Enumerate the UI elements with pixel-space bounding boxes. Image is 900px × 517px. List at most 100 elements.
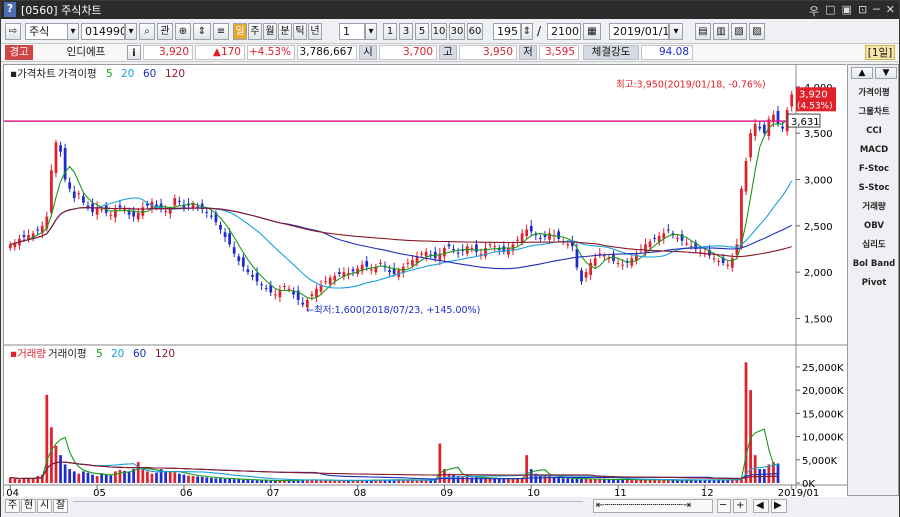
volume-ytick-label: 10,000K — [802, 433, 844, 444]
candle-body — [666, 229, 670, 231]
indicator-item-6[interactable]: 거래량 — [852, 203, 896, 212]
help-icon[interactable]: ? — [4, 2, 16, 17]
volume-bar — [255, 480, 259, 483]
favorite-icon[interactable]: ⊕ — [175, 23, 191, 40]
count-spin-icon[interactable]: ⇕ — [521, 23, 533, 40]
period-day[interactable]: 일 — [233, 23, 247, 40]
candle-body — [749, 133, 752, 158]
indicator-item-1[interactable]: 그물차트 — [852, 108, 896, 117]
chart-area[interactable]: 4,0003,5003,0002,5002,0001,50025,000K20,… — [3, 64, 847, 499]
window-control-grid[interactable]: ▣ — [842, 3, 852, 19]
market-dropdown-icon[interactable]: ▾ — [67, 23, 79, 40]
window-control-link[interactable]: ⊡ — [858, 3, 867, 19]
quick-interval-30[interactable]: 30 — [449, 23, 465, 40]
interval-input[interactable]: 1 — [339, 23, 365, 40]
volume-bar — [580, 478, 583, 483]
candle-body — [447, 244, 451, 247]
code-dropdown-icon[interactable]: ▾ — [125, 23, 137, 40]
close-button[interactable]: ✕ — [886, 3, 895, 19]
date-dropdown-icon[interactable]: ▾ — [669, 23, 683, 40]
date-input[interactable]: 2019/01/18 — [609, 23, 669, 40]
volume-bar — [246, 479, 250, 483]
bottom-tab-1[interactable]: 주 — [5, 499, 21, 513]
volume-bar — [27, 478, 30, 483]
panel-up-icon[interactable]: ▲ — [851, 67, 873, 79]
period-tick[interactable]: 틱 — [293, 23, 307, 40]
chart-tool-icon-4[interactable]: ▨ — [749, 23, 765, 40]
candle-body — [100, 209, 104, 211]
change-rate: +4.53% — [247, 45, 295, 60]
candle-body — [50, 170, 53, 213]
indicator-item-9[interactable]: Bol Band — [852, 260, 896, 269]
interval-dropdown-icon[interactable]: ▾ — [365, 23, 377, 40]
candle-body — [781, 126, 784, 129]
indicator-item-2[interactable]: CCI — [852, 127, 896, 136]
bottom-tab-3[interactable]: 시 — [37, 499, 53, 513]
total-input[interactable]: 2100 — [547, 23, 581, 40]
indicator-item-0[interactable]: 가격이평 — [852, 89, 896, 98]
indicator-item-10[interactable]: Pivot — [852, 279, 896, 288]
volume-bar — [182, 474, 186, 483]
bottom-tab-2[interactable]: 현 — [21, 499, 37, 513]
volume-bar — [251, 480, 254, 483]
quick-interval-5[interactable]: 5 — [415, 23, 429, 40]
high-label: 고 — [439, 45, 457, 60]
scroll-right-button[interactable]: ▶ — [771, 499, 787, 513]
candle-body — [283, 286, 286, 288]
indicator-item-8[interactable]: 심리도 — [852, 241, 896, 250]
spin-icon[interactable]: ⇕ — [193, 23, 211, 40]
quick-interval-10[interactable]: 10 — [431, 23, 447, 40]
window-control-pin[interactable]: 우 — [809, 3, 819, 19]
zoom-out-button[interactable]: ─ — [717, 499, 731, 513]
quote-bar: 경고 인디에프 i 3,920 ▲170 +4.53% 3,786,667 시 … — [1, 44, 899, 62]
chart-canvas[interactable]: 4,0003,5003,0002,5002,0001,50025,000K20,… — [4, 65, 847, 499]
scroll-left-button[interactable]: ◀ — [753, 499, 769, 513]
window-control-box[interactable]: □ — [825, 3, 835, 19]
info-button[interactable]: i — [127, 45, 141, 60]
volume-bar — [100, 473, 104, 483]
related-button[interactable]: 관 — [157, 23, 173, 40]
period-settings-icon[interactable]: ▦ — [583, 23, 601, 40]
zoom-in-button[interactable]: + — [733, 499, 747, 513]
period-week[interactable]: 주 — [248, 23, 262, 40]
volume-bar — [630, 479, 634, 483]
volume-bar — [72, 471, 76, 483]
volume-bar — [196, 476, 200, 483]
price-legend-item: 20 — [121, 68, 134, 80]
volume-bar — [91, 474, 94, 483]
quick-interval-1[interactable]: 1 — [383, 23, 397, 40]
candle-body — [488, 244, 492, 246]
chart-tool-icon-2[interactable]: ▥ — [713, 23, 729, 40]
volume-legend-item: 20 — [111, 348, 124, 360]
quick-interval-60[interactable]: 60 — [467, 23, 483, 40]
stock-chart-window: 1 ? [0560] 주식차트 우 □ ▣ ⊡ ─ ✕ ⇨ 주식 ▾ 01499… — [0, 0, 900, 517]
candle-body — [223, 232, 227, 237]
chart-tool-icon-3[interactable]: ▧ — [731, 23, 747, 40]
volume-bar — [584, 478, 588, 483]
candle-body — [177, 200, 181, 202]
volume-bar — [95, 476, 99, 483]
zoom-slider[interactable]: ⇤┄┄┄┄┄┄┄┄┄┄┄┄┄⇥ — [593, 499, 713, 513]
period-minute[interactable]: 분 — [278, 23, 292, 40]
period-year[interactable]: 년 — [308, 23, 322, 40]
list-icon[interactable]: ≡ — [213, 23, 229, 40]
panel-down-icon[interactable]: ▼ — [875, 67, 897, 79]
bottom-tab-4[interactable]: 잘 — [53, 499, 69, 513]
indicator-item-4[interactable]: F-Stoc — [852, 165, 896, 174]
indicator-item-5[interactable]: S-Stoc — [852, 184, 896, 193]
minimize-button[interactable]: ─ — [873, 3, 880, 19]
chart-tool-icon-1[interactable]: ▤ — [695, 23, 711, 40]
indicator-item-7[interactable]: OBV — [852, 222, 896, 231]
quick-interval-3[interactable]: 3 — [399, 23, 413, 40]
indicator-item-3[interactable]: MACD — [852, 146, 896, 155]
panel-toggle-icon[interactable]: ⇨ — [5, 23, 21, 40]
volume-bar — [237, 479, 241, 483]
count-input[interactable]: 195 — [493, 23, 521, 40]
period-month[interactable]: 월 — [263, 23, 277, 40]
search-icon[interactable]: ⌕ — [139, 23, 155, 40]
volume-bar — [13, 478, 17, 483]
stock-code-input[interactable]: 014990 — [81, 23, 125, 40]
volume-bar — [273, 480, 277, 483]
volume-bar — [68, 469, 72, 483]
scroll-track[interactable] — [73, 501, 583, 511]
